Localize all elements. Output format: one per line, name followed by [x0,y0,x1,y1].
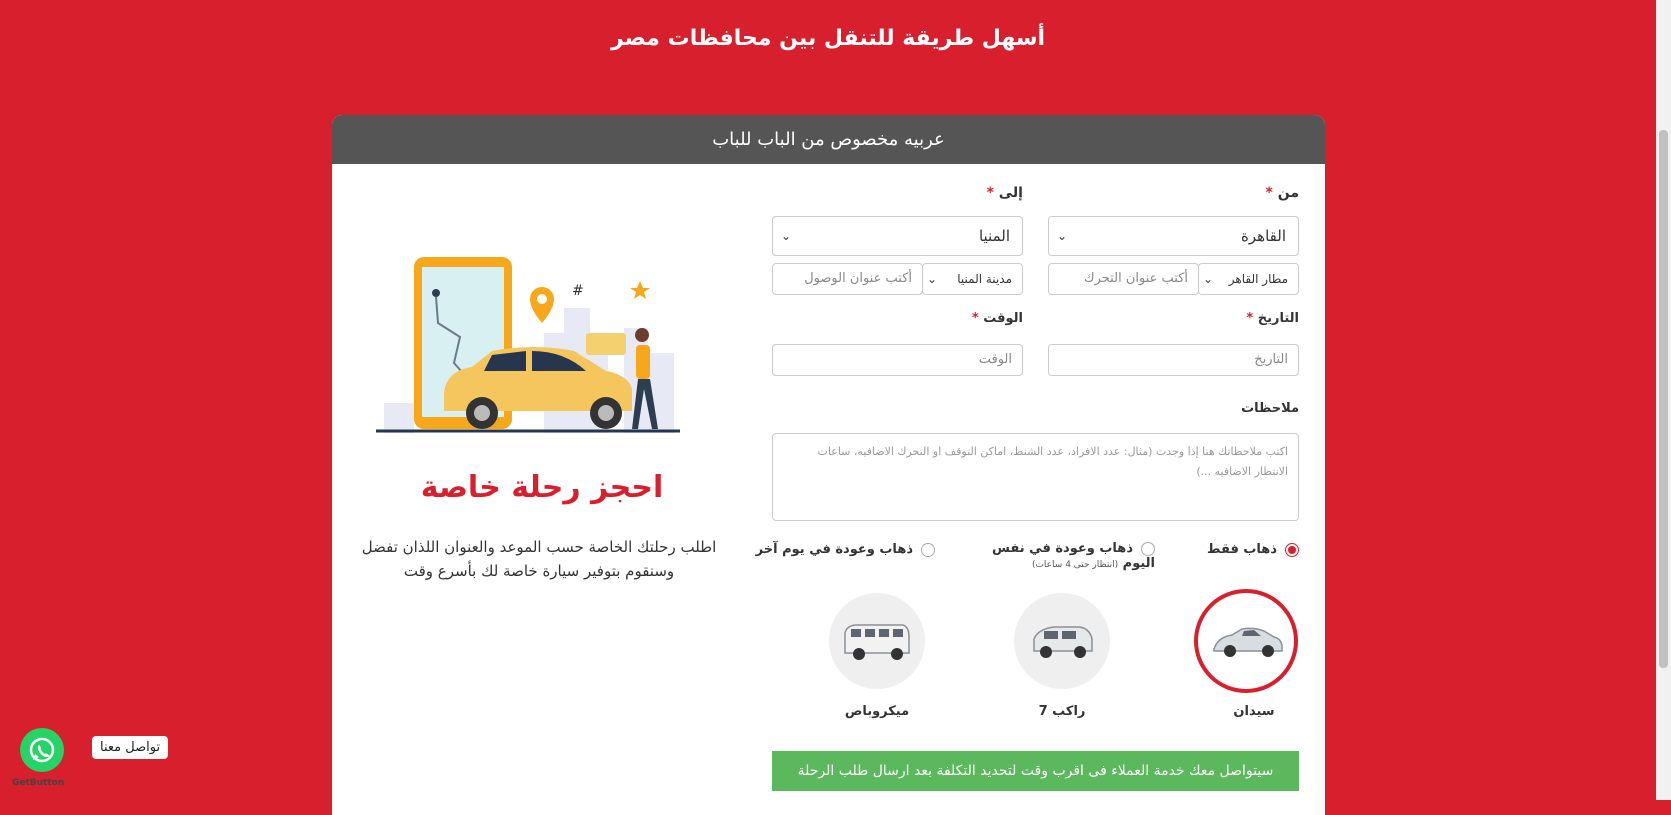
to-address-placeholder: أكتب عنوان الوصول [804,271,912,286]
chevron-down-icon: ⌄ [781,229,792,243]
from-address-placeholder: أكتب عنوان التحرك [1083,271,1188,286]
notes-placeholder: اكتب ملاحظاتك هنا إذا وجدت (مثال: عدد ال… [817,445,1288,478]
whatsapp-tooltip: تواصل معنا [92,736,169,759]
notes-label: ملاحظات [1241,401,1299,416]
from-address-input[interactable]: أكتب عنوان التحرك [1048,263,1199,295]
trip-type-label: ذهاب وعودة في يوم آخر [755,542,913,557]
taxi-booking-illustration: # [376,257,680,433]
radio-selected-icon [1285,542,1299,557]
trip-type-label: ذهاب فقط [1207,542,1277,557]
from-label: من * [1265,185,1299,201]
vehicle-microbus-option[interactable] [829,593,925,689]
chevron-down-icon: ⌄ [1203,272,1214,286]
date-label: التاريخ * [1246,311,1299,326]
radio-unselected-icon [1141,541,1155,556]
date-input[interactable]: التاريخ [1048,344,1299,376]
from-area-select[interactable]: مطار القاهر ⌄ [1198,263,1299,295]
trip-type-note: (انتظار حتى 4 ساعات) [1031,560,1119,570]
booking-card: عربيه مخصوص من الباب للباب من * إلى * ال… [332,115,1325,815]
time-label: الوقت * [971,311,1023,326]
to-governorate-value: المنيا [978,227,1010,245]
chevron-down-icon: ⌄ [927,272,938,286]
vehicle-microbus-label: ميكروباص [844,704,910,719]
from-governorate-value: القاهرة [1241,227,1286,245]
svg-text:#: # [572,283,584,299]
vehicle-7-seater-option[interactable] [1014,593,1110,689]
to-address-input[interactable]: أكتب عنوان الوصول [772,263,923,295]
microbus-icon [844,624,910,660]
scrollbar-thumb[interactable] [1659,130,1668,668]
trip-type-same-day-return[interactable]: ذهاب وعودة في نفس اليوم (انتظار حتى 4 سا… [965,541,1155,571]
to-area-value: مدينة المنيا [957,272,1012,286]
from-area-value: مطار القاهر [1228,272,1288,286]
trip-type-other-day-return[interactable]: ذهاب وعودة في يوم آخر [756,542,935,557]
to-area-select[interactable]: مدينة المنيا ⌄ [922,263,1023,295]
customer-service-notice: سيتواصل معك خدمة العملاء فى اقرب وقت لتح… [772,751,1299,791]
whatsapp-button[interactable] [20,728,64,772]
getbutton-brand: GetButton [12,778,65,788]
notes-textarea[interactable]: اكتب ملاحظاتك هنا إذا وجدت (مثال: عدد ال… [772,433,1299,521]
to-label: إلى * [986,185,1023,201]
chevron-down-icon: ⌄ [1057,229,1068,243]
time-input[interactable]: الوقت [772,344,1023,376]
card-header: عربيه مخصوص من الباب للباب [332,115,1325,164]
trip-type-one-way[interactable]: ذهاب فقط [1207,542,1299,557]
sedan-car-icon [1213,627,1283,657]
minivan-icon [1033,626,1093,658]
whatsapp-icon [29,737,55,763]
to-governorate-select[interactable]: المنيا ⌄ [772,216,1023,256]
page-hero-title: أسهل طريقة للتنقل بين محافظات مصر [610,26,1046,51]
promo-description: اطلب رحلتك الخاصة حسب الموعد والعنوان ال… [361,538,717,580]
date-placeholder: التاريخ [1254,352,1288,367]
vehicle-sedan-option[interactable] [1194,589,1298,693]
vehicle-sedan-label: سيدان [1233,704,1275,719]
vehicle-7-seater-label: 7 راكب [1038,704,1086,719]
page-scrollbar[interactable] [1656,0,1671,800]
promo-title: احجز رحلة خاصة [420,470,664,505]
from-governorate-select[interactable]: القاهرة ⌄ [1048,216,1299,256]
radio-unselected-icon [921,542,935,557]
time-placeholder: الوقت [978,352,1012,367]
